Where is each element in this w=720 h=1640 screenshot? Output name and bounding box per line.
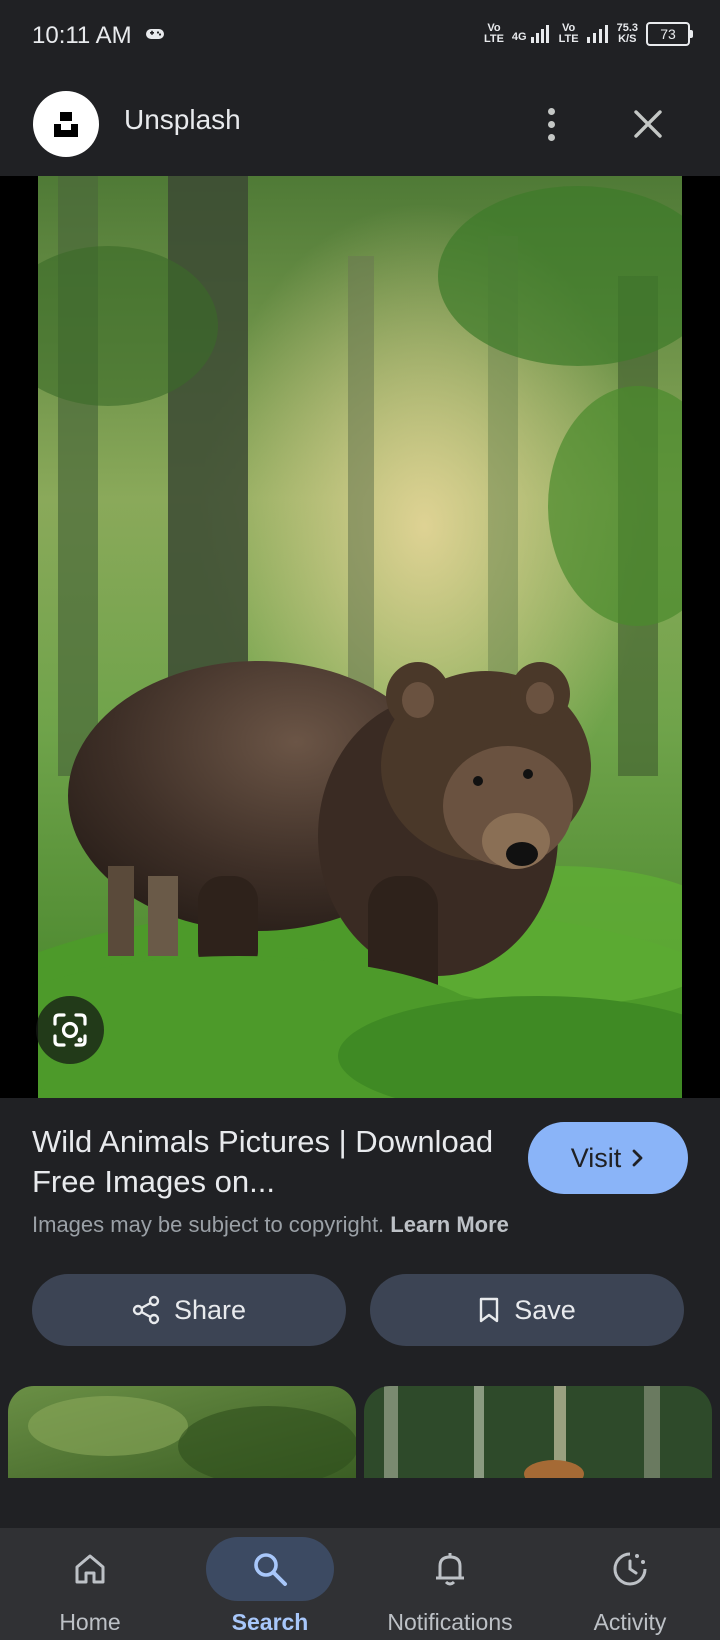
more-vert-icon[interactable] <box>536 104 566 144</box>
related-image-1[interactable] <box>8 1386 356 1478</box>
save-button[interactable]: Save <box>370 1274 684 1346</box>
nav-home[interactable]: Home <box>0 1528 180 1640</box>
result-image[interactable] <box>38 176 682 1098</box>
image-viewer-header <box>0 72 720 176</box>
status-time: 10:11 AM <box>32 22 132 49</box>
nav-notifications-label: Notifications <box>387 1609 513 1635</box>
nav-search[interactable]: Search <box>180 1528 360 1640</box>
related-image-2[interactable] <box>364 1386 712 1478</box>
signal-2-icon <box>586 25 608 43</box>
learn-more-link[interactable]: Learn More <box>390 1212 509 1237</box>
nav-activity[interactable]: Activity <box>540 1528 720 1640</box>
bell-icon <box>436 1553 464 1586</box>
copyright-notice: Images may be subject to copyright. Lear… <box>32 1212 509 1238</box>
nav-home-label: Home <box>59 1609 121 1635</box>
activity-icon <box>613 1552 647 1586</box>
visit-label: Visit <box>570 1142 622 1173</box>
volte-label-2: Vo LTE <box>558 22 579 45</box>
save-label: Save <box>514 1294 576 1325</box>
battery-icon: 73 <box>646 22 693 46</box>
bookmark-icon <box>480 1297 499 1323</box>
visit-button[interactable]: Visit <box>528 1122 688 1194</box>
home-icon <box>75 1554 105 1584</box>
unsplash-logo[interactable] <box>33 91 99 157</box>
network-4g-label: 4G <box>511 31 527 43</box>
google-lens-icon[interactable] <box>36 996 104 1064</box>
site-name[interactable]: Unsplash <box>124 104 241 136</box>
share-label: Share <box>173 1294 247 1325</box>
signal-1-icon: 4G <box>512 25 551 43</box>
battery-level: 73 <box>660 26 676 42</box>
gamepad-icon <box>146 27 164 45</box>
close-icon[interactable] <box>628 104 668 144</box>
status-indicators: Vo LTE 4G Vo LTE 75.3 K/S 73 <box>483 22 693 46</box>
nav-notifications[interactable]: Notifications <box>360 1528 540 1640</box>
share-icon <box>132 1295 160 1325</box>
network-speed: 75.3 K/S <box>616 22 638 45</box>
chevron-right-icon <box>632 1149 643 1167</box>
result-title[interactable]: Wild Animals Pictures | Download Free Im… <box>32 1122 502 1202</box>
nav-search-label: Search <box>231 1609 309 1635</box>
search-icon <box>254 1553 287 1586</box>
copyright-text: Images may be subject to copyright. <box>32 1212 385 1237</box>
volte-label-1: Vo LTE <box>483 22 504 45</box>
nav-activity-label: Activity <box>593 1609 667 1635</box>
share-button[interactable]: Share <box>32 1274 346 1346</box>
